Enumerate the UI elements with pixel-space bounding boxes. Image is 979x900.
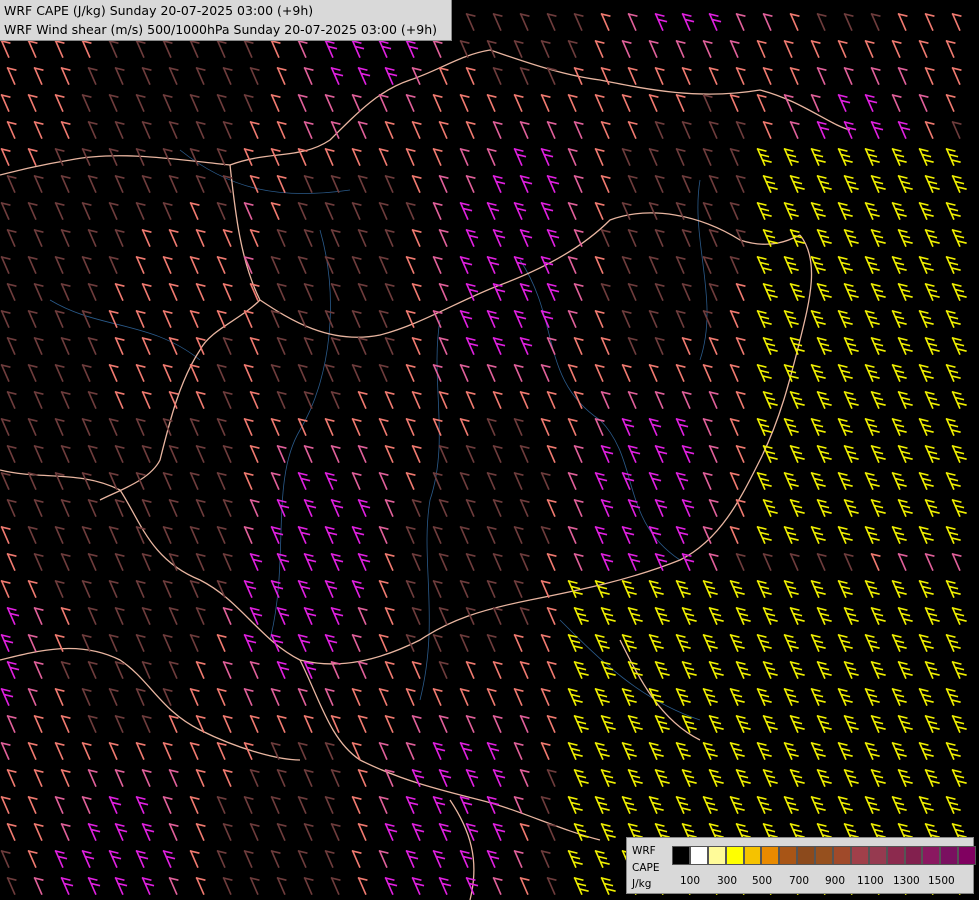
- legend-swatch: [958, 846, 977, 865]
- legend-swatch: [815, 846, 834, 865]
- weather-map: [0, 0, 979, 900]
- legend-swatch: [797, 846, 816, 865]
- legend-tick-label: 500: [752, 875, 773, 887]
- legend-swatch: [779, 846, 798, 865]
- legend-tick-label: 100: [680, 875, 701, 887]
- legend-label-wrf: WRF: [632, 845, 656, 857]
- legend-tick-label: 900: [825, 875, 846, 887]
- legend-swatch: [940, 846, 959, 865]
- legend-color-scale: [672, 846, 977, 865]
- legend-swatch: [904, 846, 923, 865]
- legend-label-unit: J/kg: [632, 878, 652, 890]
- legend-swatch: [743, 846, 762, 865]
- legend-swatch: [868, 846, 887, 865]
- legend-swatch: [833, 846, 851, 865]
- title-cape: WRF CAPE (J/kg) Sunday 20-07-2025 03:00 …: [4, 3, 314, 18]
- legend-label-cape: CAPE: [632, 862, 660, 874]
- legend-tick-label: 1300: [893, 875, 920, 887]
- map-title-box: WRF CAPE (J/kg) Sunday 20-07-2025 03:00 …: [0, 0, 452, 41]
- legend-swatch: [707, 846, 726, 865]
- legend-tick-label: 300: [717, 875, 738, 887]
- legend-swatch: [725, 846, 744, 865]
- legend-tick-label: 1100: [857, 875, 884, 887]
- legend-swatch: [850, 846, 869, 865]
- legend-swatch: [689, 846, 708, 865]
- legend-tick-label: 700: [789, 875, 810, 887]
- legend-swatch: [922, 846, 941, 865]
- title-wind-shear: WRF Wind shear (m/s) 500/1000hPa Sunday …: [4, 22, 437, 37]
- legend-swatch: [672, 846, 690, 865]
- legend-tick-label: 1500: [928, 875, 955, 887]
- legend-swatch: [886, 846, 905, 865]
- legend-swatch: [761, 846, 780, 865]
